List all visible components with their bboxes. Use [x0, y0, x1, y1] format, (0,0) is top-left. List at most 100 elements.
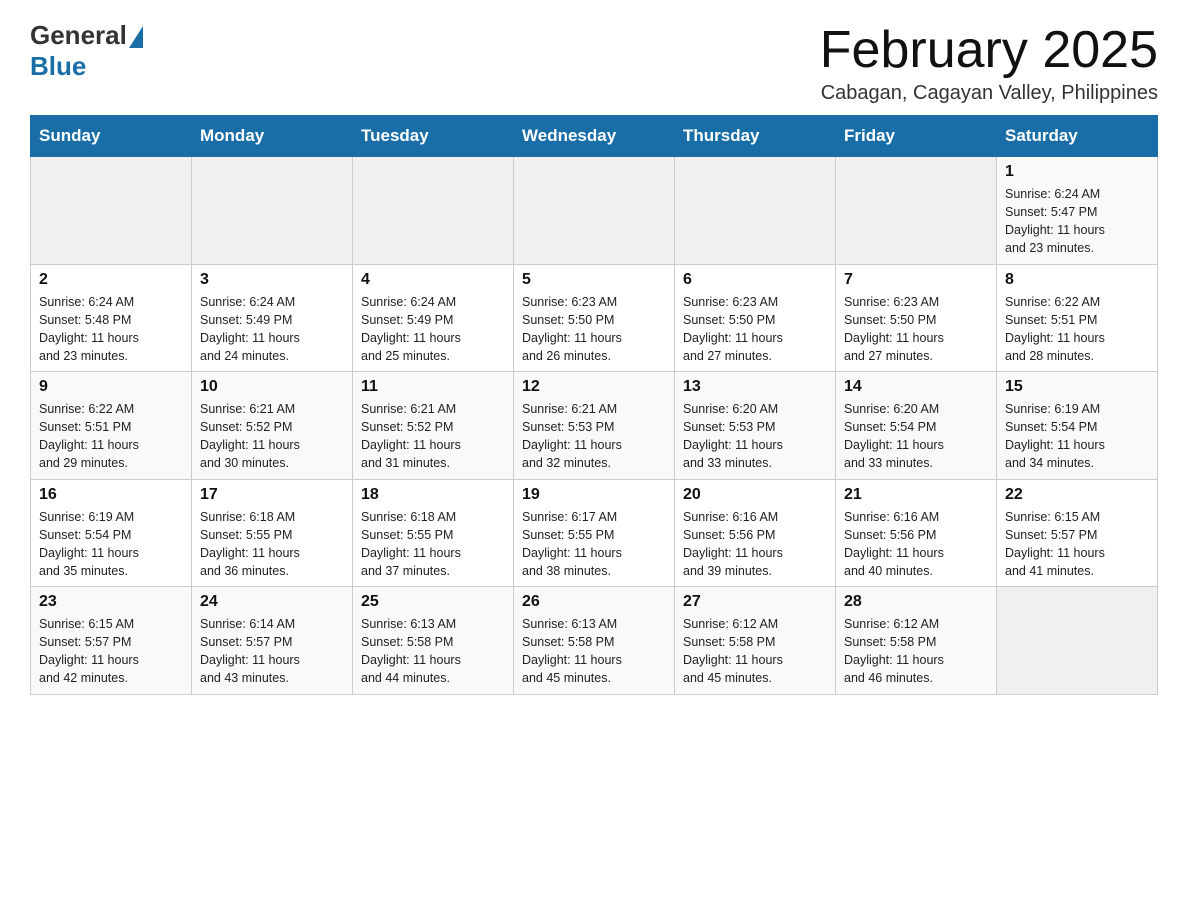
day-info: Sunrise: 6:24 AM Sunset: 5:48 PM Dayligh…	[39, 293, 183, 366]
calendar-cell: 17 Sunrise: 6:18 AM Sunset: 5:55 PM Dayli…	[192, 479, 353, 587]
day-info: Sunrise: 6:21 AM Sunset: 5:53 PM Dayligh…	[522, 400, 666, 473]
day-info: Sunrise: 6:23 AM Sunset: 5:50 PM Dayligh…	[683, 293, 827, 366]
day-info: Sunrise: 6:23 AM Sunset: 5:50 PM Dayligh…	[522, 293, 666, 366]
weekday-header-wednesday: Wednesday	[514, 116, 675, 157]
day-number: 12	[522, 378, 666, 396]
day-number: 15	[1005, 378, 1149, 396]
calendar-cell: 5 Sunrise: 6:23 AM Sunset: 5:50 PM Daylig…	[514, 264, 675, 372]
calendar-cell: 4 Sunrise: 6:24 AM Sunset: 5:49 PM Daylig…	[353, 264, 514, 372]
calendar-cell: 7 Sunrise: 6:23 AM Sunset: 5:50 PM Daylig…	[836, 264, 997, 372]
weekday-header-row: SundayMondayTuesdayWednesdayThursdayFrid…	[31, 116, 1158, 157]
logo-triangle-icon	[129, 26, 143, 48]
calendar-cell: 3 Sunrise: 6:24 AM Sunset: 5:49 PM Daylig…	[192, 264, 353, 372]
day-number: 24	[200, 593, 344, 611]
day-info: Sunrise: 6:18 AM Sunset: 5:55 PM Dayligh…	[361, 508, 505, 581]
day-number: 9	[39, 378, 183, 396]
weekday-header-sunday: Sunday	[31, 116, 192, 157]
calendar-week-row: 9 Sunrise: 6:22 AM Sunset: 5:51 PM Daylig…	[31, 372, 1158, 480]
day-number: 2	[39, 271, 183, 289]
calendar-cell: 9 Sunrise: 6:22 AM Sunset: 5:51 PM Daylig…	[31, 372, 192, 480]
calendar-cell: 23 Sunrise: 6:15 AM Sunset: 5:57 PM Dayli…	[31, 587, 192, 695]
logo-general-text: General	[30, 20, 127, 51]
calendar-cell: 28 Sunrise: 6:12 AM Sunset: 5:58 PM Dayli…	[836, 587, 997, 695]
day-info: Sunrise: 6:22 AM Sunset: 5:51 PM Dayligh…	[39, 400, 183, 473]
day-number: 18	[361, 486, 505, 504]
day-info: Sunrise: 6:21 AM Sunset: 5:52 PM Dayligh…	[200, 400, 344, 473]
day-info: Sunrise: 6:16 AM Sunset: 5:56 PM Dayligh…	[683, 508, 827, 581]
calendar-cell: 15Sunrise: 6:19 AM Sunset: 5:54 PM Dayli…	[997, 372, 1158, 480]
day-number: 10	[200, 378, 344, 396]
weekday-header-saturday: Saturday	[997, 116, 1158, 157]
day-number: 4	[361, 271, 505, 289]
calendar-cell	[675, 157, 836, 265]
day-number: 7	[844, 271, 988, 289]
calendar-cell	[836, 157, 997, 265]
calendar-cell: 27 Sunrise: 6:12 AM Sunset: 5:58 PM Dayli…	[675, 587, 836, 695]
calendar-cell	[31, 157, 192, 265]
weekday-header-friday: Friday	[836, 116, 997, 157]
day-number: 22	[1005, 486, 1149, 504]
calendar-cell: 11 Sunrise: 6:21 AM Sunset: 5:52 PM Dayli…	[353, 372, 514, 480]
calendar-cell: 14Sunrise: 6:20 AM Sunset: 5:54 PM Dayli…	[836, 372, 997, 480]
day-number: 21	[844, 486, 988, 504]
day-info: Sunrise: 6:23 AM Sunset: 5:50 PM Dayligh…	[844, 293, 988, 366]
calendar-cell: 6Sunrise: 6:23 AM Sunset: 5:50 PM Daylig…	[675, 264, 836, 372]
day-number: 5	[522, 271, 666, 289]
calendar-week-row: 2 Sunrise: 6:24 AM Sunset: 5:48 PM Daylig…	[31, 264, 1158, 372]
calendar-cell	[997, 587, 1158, 695]
calendar-week-row: 1 Sunrise: 6:24 AM Sunset: 5:47 PM Daylig…	[31, 157, 1158, 265]
day-number: 26	[522, 593, 666, 611]
day-info: Sunrise: 6:12 AM Sunset: 5:58 PM Dayligh…	[844, 615, 988, 688]
day-number: 13	[683, 378, 827, 396]
day-info: Sunrise: 6:18 AM Sunset: 5:55 PM Dayligh…	[200, 508, 344, 581]
day-number: 27	[683, 593, 827, 611]
weekday-header-thursday: Thursday	[675, 116, 836, 157]
calendar-table: SundayMondayTuesdayWednesdayThursdayFrid…	[30, 115, 1158, 695]
calendar-cell: 18 Sunrise: 6:18 AM Sunset: 5:55 PM Dayli…	[353, 479, 514, 587]
calendar-cell: 24 Sunrise: 6:14 AM Sunset: 5:57 PM Dayli…	[192, 587, 353, 695]
day-number: 25	[361, 593, 505, 611]
day-info: Sunrise: 6:15 AM Sunset: 5:57 PM Dayligh…	[39, 615, 183, 688]
day-info: Sunrise: 6:19 AM Sunset: 5:54 PM Dayligh…	[39, 508, 183, 581]
day-number: 19	[522, 486, 666, 504]
day-number: 8	[1005, 271, 1149, 289]
day-number: 23	[39, 593, 183, 611]
calendar-cell: 25Sunrise: 6:13 AM Sunset: 5:58 PM Dayli…	[353, 587, 514, 695]
weekday-header-tuesday: Tuesday	[353, 116, 514, 157]
day-number: 11	[361, 378, 505, 396]
calendar-cell: 22Sunrise: 6:15 AM Sunset: 5:57 PM Dayli…	[997, 479, 1158, 587]
day-info: Sunrise: 6:20 AM Sunset: 5:54 PM Dayligh…	[844, 400, 988, 473]
calendar-cell: 2 Sunrise: 6:24 AM Sunset: 5:48 PM Daylig…	[31, 264, 192, 372]
page-header: General Blue February 2025 Cabagan, Caga…	[30, 20, 1158, 105]
calendar-cell: 26 Sunrise: 6:13 AM Sunset: 5:58 PM Dayli…	[514, 587, 675, 695]
calendar-cell: 10 Sunrise: 6:21 AM Sunset: 5:52 PM Dayli…	[192, 372, 353, 480]
day-info: Sunrise: 6:14 AM Sunset: 5:57 PM Dayligh…	[200, 615, 344, 688]
calendar-cell: 12 Sunrise: 6:21 AM Sunset: 5:53 PM Dayli…	[514, 372, 675, 480]
day-info: Sunrise: 6:24 AM Sunset: 5:49 PM Dayligh…	[200, 293, 344, 366]
title-area: February 2025 Cabagan, Cagayan Valley, P…	[820, 20, 1158, 105]
day-number: 16	[39, 486, 183, 504]
calendar-cell	[353, 157, 514, 265]
calendar-cell	[514, 157, 675, 265]
calendar-cell: 19Sunrise: 6:17 AM Sunset: 5:55 PM Dayli…	[514, 479, 675, 587]
day-info: Sunrise: 6:16 AM Sunset: 5:56 PM Dayligh…	[844, 508, 988, 581]
day-number: 17	[200, 486, 344, 504]
weekday-header-monday: Monday	[192, 116, 353, 157]
day-info: Sunrise: 6:12 AM Sunset: 5:58 PM Dayligh…	[683, 615, 827, 688]
day-info: Sunrise: 6:20 AM Sunset: 5:53 PM Dayligh…	[683, 400, 827, 473]
day-number: 20	[683, 486, 827, 504]
day-info: Sunrise: 6:24 AM Sunset: 5:49 PM Dayligh…	[361, 293, 505, 366]
logo-blue-text: Blue	[30, 51, 86, 82]
month-title: February 2025	[820, 20, 1158, 80]
day-info: Sunrise: 6:24 AM Sunset: 5:47 PM Dayligh…	[1005, 185, 1149, 258]
day-number: 1	[1005, 163, 1149, 181]
logo: General Blue	[30, 20, 143, 82]
location-subtitle: Cabagan, Cagayan Valley, Philippines	[820, 82, 1158, 105]
day-number: 3	[200, 271, 344, 289]
day-number: 28	[844, 593, 988, 611]
day-info: Sunrise: 6:13 AM Sunset: 5:58 PM Dayligh…	[522, 615, 666, 688]
calendar-cell: 16 Sunrise: 6:19 AM Sunset: 5:54 PM Dayli…	[31, 479, 192, 587]
calendar-cell: 13 Sunrise: 6:20 AM Sunset: 5:53 PM Dayli…	[675, 372, 836, 480]
calendar-cell: 8Sunrise: 6:22 AM Sunset: 5:51 PM Daylig…	[997, 264, 1158, 372]
day-info: Sunrise: 6:21 AM Sunset: 5:52 PM Dayligh…	[361, 400, 505, 473]
